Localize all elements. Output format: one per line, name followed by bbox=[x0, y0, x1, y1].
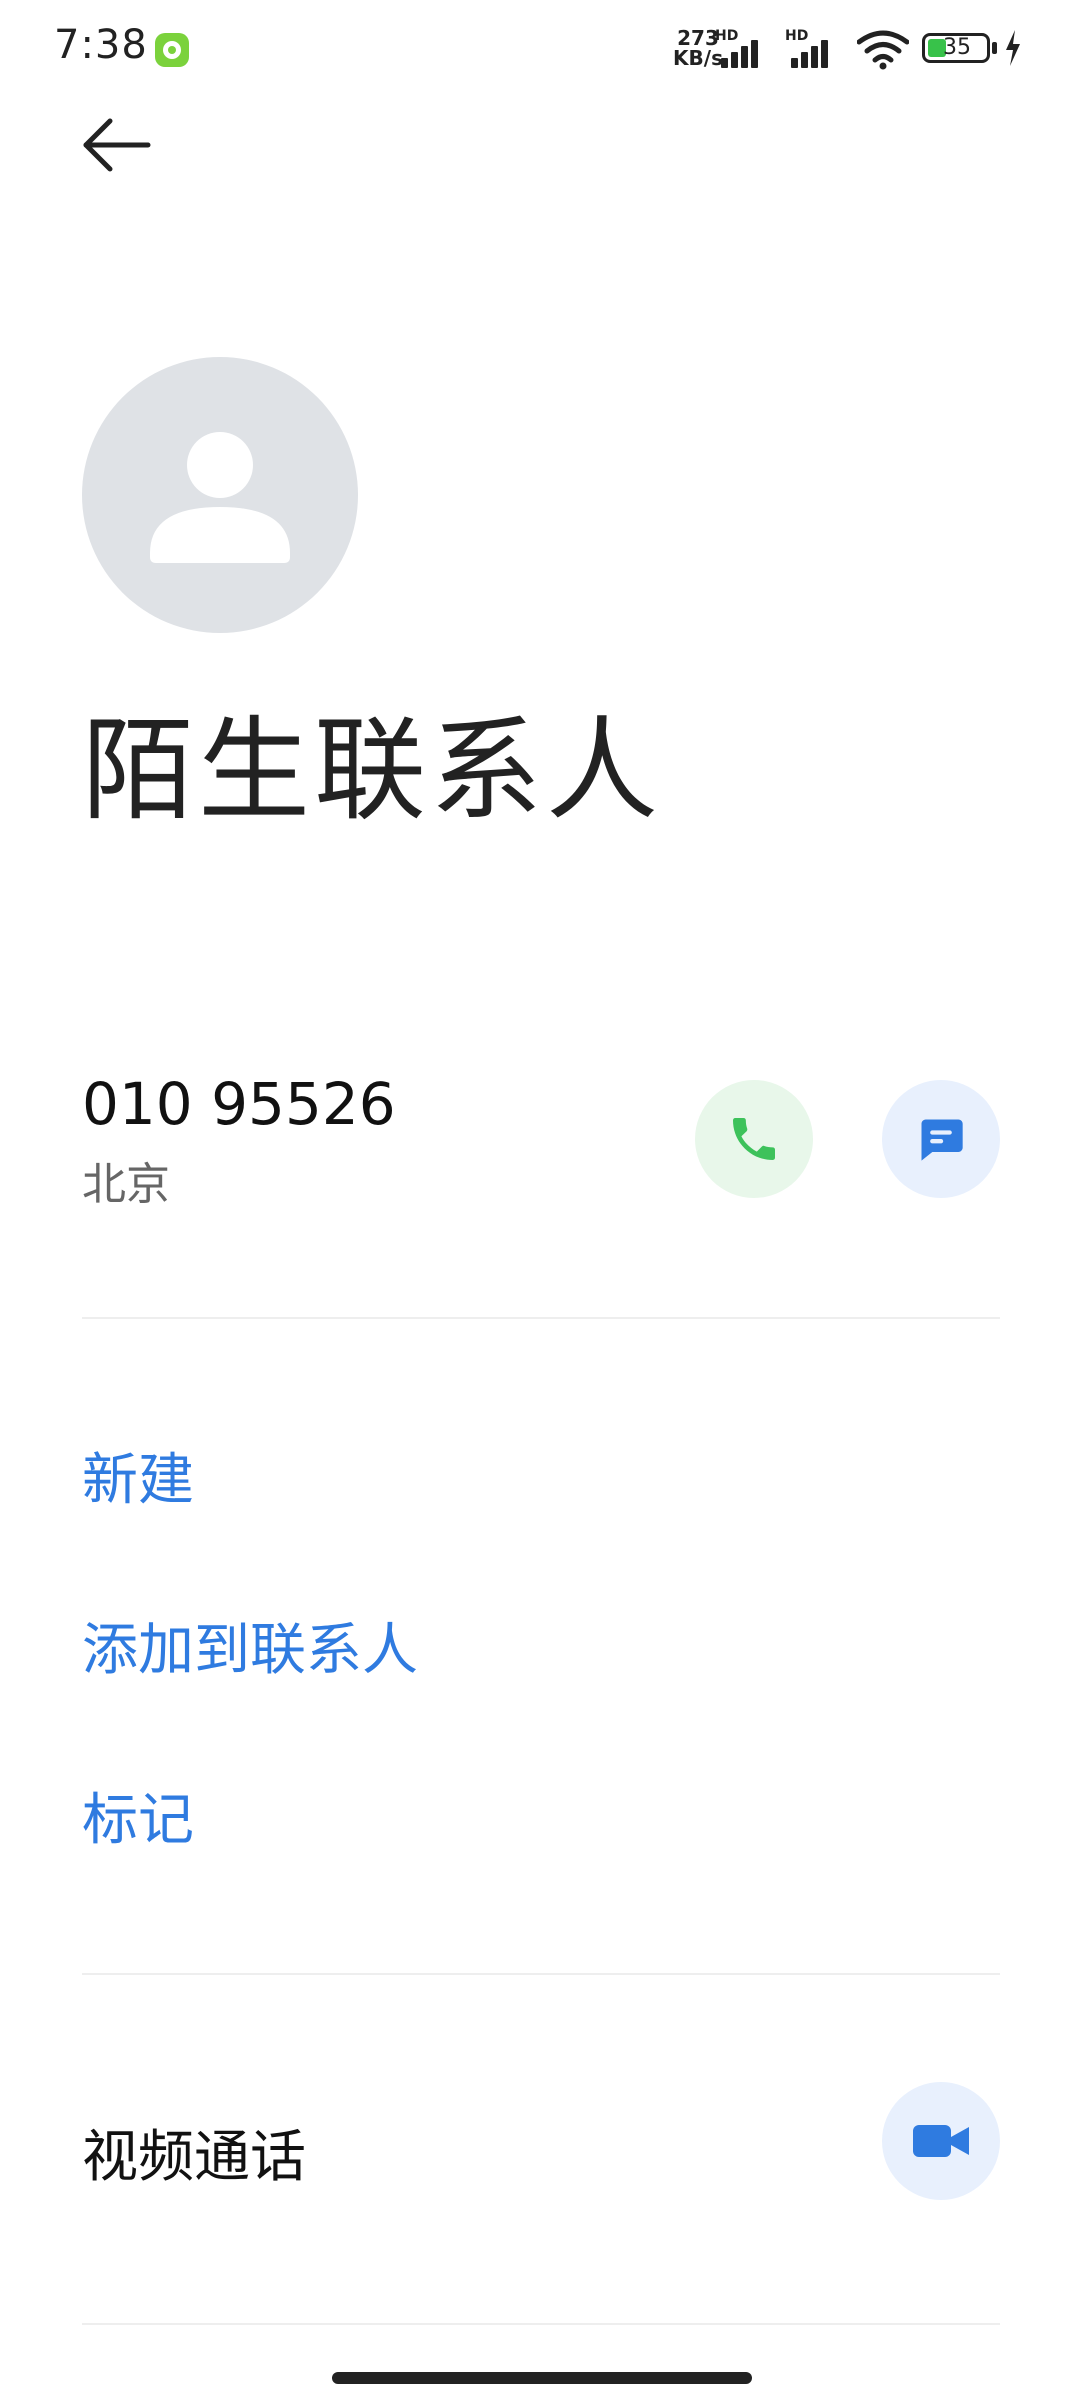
charging-bolt-icon bbox=[1006, 30, 1020, 66]
contact-name: 陌生联系人 bbox=[82, 706, 662, 836]
signal-1-icon: HD bbox=[715, 28, 771, 68]
battery-icon: 35 bbox=[922, 33, 990, 63]
chat-bubble-icon bbox=[921, 1119, 963, 1161]
person-icon bbox=[150, 432, 290, 563]
add-to-contacts-action[interactable]: 添加到联系人 bbox=[82, 1605, 418, 1686]
contact-detail-screen: 7:38 273 KB/s HD HD 35 陌生联系人 010 95526 北… bbox=[0, 0, 1080, 2400]
message-button[interactable] bbox=[882, 1080, 1000, 1198]
video-call-button[interactable] bbox=[882, 2082, 1000, 2200]
app-notification-icon bbox=[155, 33, 189, 67]
status-bar: 7:38 273 KB/s HD HD 35 bbox=[0, 0, 1080, 100]
arrow-left-icon bbox=[83, 118, 151, 172]
signal-2-icon: HD bbox=[785, 28, 841, 68]
phone-icon bbox=[733, 1118, 775, 1160]
video-camera-icon bbox=[913, 2125, 969, 2157]
divider bbox=[82, 1973, 1000, 1975]
home-indicator[interactable] bbox=[332, 2372, 752, 2384]
battery-level: 35 bbox=[943, 35, 971, 60]
avatar bbox=[82, 357, 358, 633]
back-button[interactable] bbox=[70, 105, 160, 185]
call-button[interactable] bbox=[695, 1080, 813, 1198]
phone-location: 北京 bbox=[82, 1159, 170, 1210]
video-call-label[interactable]: 视频通话 bbox=[82, 2112, 306, 2193]
wifi-icon bbox=[857, 30, 909, 70]
status-time: 7:38 bbox=[54, 22, 148, 68]
divider bbox=[82, 1317, 1000, 1319]
new-contact-action[interactable]: 新建 bbox=[82, 1435, 194, 1516]
divider bbox=[82, 2323, 1000, 2325]
mark-action[interactable]: 标记 bbox=[82, 1775, 194, 1856]
phone-number: 010 95526 bbox=[82, 1070, 396, 1138]
